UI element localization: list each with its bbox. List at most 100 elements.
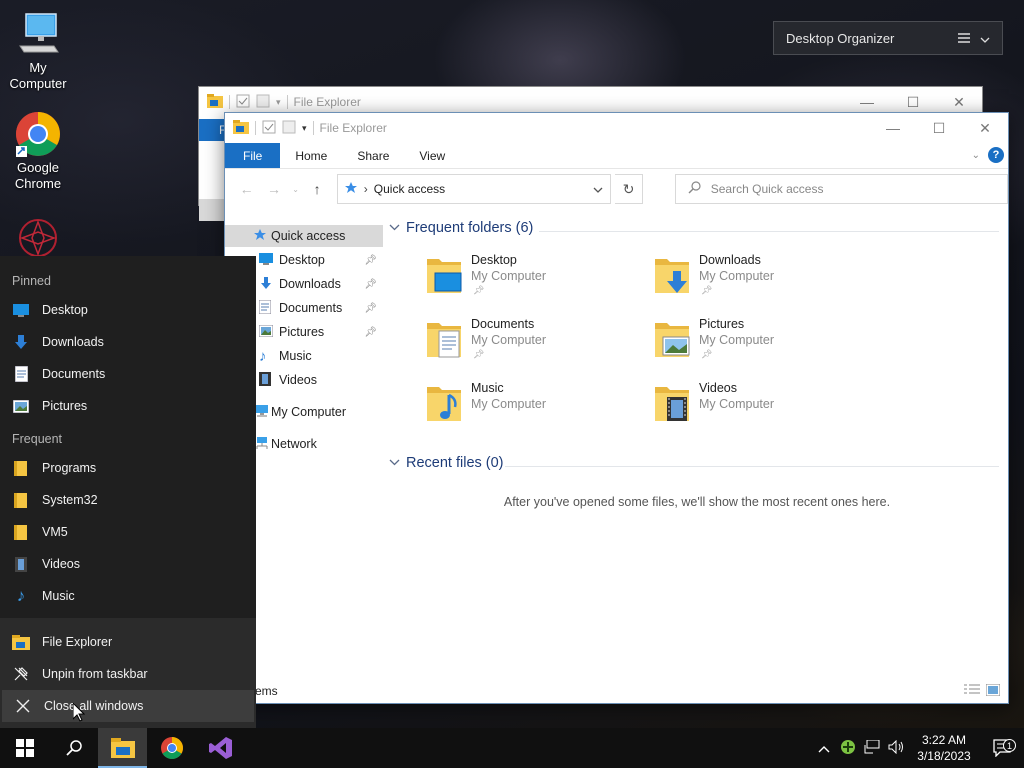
folder-name: Videos <box>699 381 737 395</box>
folder-tile-desktop[interactable]: Desktop My Computer 📌︎ <box>425 253 645 309</box>
action-center-button[interactable]: 1 <box>980 739 1024 757</box>
new-folder-icon[interactable] <box>256 94 270 111</box>
jump-list-action-unpin[interactable]: Unpin from taskbar <box>0 658 256 690</box>
folder-location: My Computer <box>699 397 775 411</box>
downloads-icon <box>259 276 273 293</box>
tab-file[interactable]: File <box>225 143 281 168</box>
mouse-cursor-icon <box>72 701 86 725</box>
status-item-count: ems <box>255 684 278 698</box>
nav-item-label: Documents <box>279 301 343 315</box>
jump-list-label: System32 <box>42 493 98 507</box>
chevron-right-icon[interactable]: › <box>364 182 368 196</box>
tray-app-icon[interactable] <box>836 739 860 758</box>
folder-name: Documents <box>471 317 535 331</box>
folder-tile-pictures[interactable]: Pictures My Computer 📌︎ <box>653 317 873 373</box>
jump-list-label: Pictures <box>42 399 88 413</box>
recent-locations-button[interactable]: ⌄ <box>290 177 302 201</box>
jump-list-item-documents[interactable]: Documents <box>0 358 256 390</box>
expand-ribbon-icon[interactable]: ⌄ <box>972 150 980 161</box>
pin-icon[interactable]: 📌︎ <box>364 279 377 290</box>
pin-icon: 📌︎ <box>473 285 485 295</box>
videos-icon <box>259 371 271 389</box>
breadcrumb-quick-access[interactable]: Quick access <box>374 182 445 196</box>
recent-files-header[interactable]: Recent files (0) <box>389 455 504 471</box>
jump-list-item-downloads[interactable]: Downloads <box>0 326 256 358</box>
jump-list-label: Desktop <box>42 303 88 317</box>
jump-list-item-desktop[interactable]: Desktop <box>0 294 256 326</box>
folder-tile-documents[interactable]: Documents My Computer 📌︎ <box>425 317 645 373</box>
minimize-button[interactable]: — <box>870 113 916 143</box>
frequent-folders-header[interactable]: Frequent folders (6) <box>389 220 533 236</box>
taskbar-search-button[interactable] <box>49 728 98 768</box>
up-button[interactable]: ↑ <box>305 177 328 201</box>
jump-list-item-system32[interactable]: System32 <box>0 484 256 516</box>
close-button[interactable]: ✕ <box>962 113 1008 143</box>
desktop-icon-google-chrome[interactable]: Google Chrome <box>0 110 76 192</box>
show-hidden-icons-icon[interactable] <box>812 741 836 756</box>
folder-name: Pictures <box>699 317 745 331</box>
tab-share[interactable]: Share <box>342 143 404 168</box>
search-input[interactable]: Search Quick access <box>711 182 824 196</box>
details-view-icon[interactable] <box>964 684 980 699</box>
folder-tile-downloads[interactable]: Downloads My Computer 📌︎ <box>653 253 873 309</box>
back-button[interactable]: ← <box>235 177 258 201</box>
documents-icon <box>258 299 272 317</box>
desktop-icon <box>12 301 30 319</box>
section-title: Recent files (0) <box>406 455 504 471</box>
forward-button[interactable]: → <box>262 177 285 201</box>
star-icon <box>253 228 267 245</box>
app-icon <box>14 214 62 262</box>
nav-item-label: Network <box>271 437 317 451</box>
start-button[interactable] <box>0 728 49 768</box>
desktop-organizer-widget[interactable]: Desktop Organizer <box>773 21 1003 55</box>
pin-icon[interactable]: 📌︎ <box>364 255 377 266</box>
jump-list-item-programs[interactable]: Programs <box>0 452 256 484</box>
taskbar-file-explorer[interactable] <box>98 728 147 768</box>
pin-icon[interactable]: 📌︎ <box>364 327 377 338</box>
jump-list-item-pictures[interactable]: Pictures <box>0 390 256 422</box>
pin-icon[interactable]: 📌︎ <box>364 303 377 314</box>
properties-icon[interactable] <box>236 94 250 111</box>
folder-tile-videos[interactable]: Videos My Computer <box>653 381 873 437</box>
network-icon[interactable] <box>860 739 884 757</box>
taskbar-chrome[interactable] <box>147 728 196 768</box>
nav-item-label: Desktop <box>279 253 325 267</box>
customize-quick-access-icon[interactable]: ▾ <box>276 97 281 108</box>
file-explorer-window[interactable]: ▾ File Explorer — ☐ ✕ File Home Share Vi… <box>224 112 1009 704</box>
jump-list-action-close-all[interactable]: Close all windows <box>2 690 254 722</box>
address-bar[interactable]: › Quick access <box>336 174 612 204</box>
hamburger-menu-icon[interactable] <box>958 31 970 46</box>
chevron-down-icon[interactable] <box>389 223 400 234</box>
section-divider <box>505 466 999 467</box>
taskbar-visual-studio[interactable] <box>196 728 245 768</box>
maximize-button[interactable]: ☐ <box>916 113 962 143</box>
jump-list-action-file-explorer[interactable]: File Explorer <box>0 626 256 658</box>
help-icon[interactable]: ? <box>988 147 1004 163</box>
chevron-down-icon[interactable] <box>389 458 400 469</box>
file-tab[interactable]: F <box>199 119 226 141</box>
search-box[interactable]: Search Quick access <box>674 174 1009 204</box>
jump-list-item-music[interactable]: ♪ Music <box>0 580 256 612</box>
jump-list-item-vm5[interactable]: VM5 <box>0 516 256 548</box>
desktop-icon-my-computer[interactable]: My Computer <box>0 10 76 92</box>
refresh-button[interactable]: ↻ <box>615 174 643 204</box>
chevron-down-icon[interactable] <box>980 31 990 46</box>
large-icons-view-icon[interactable] <box>985 683 1001 699</box>
tab-home[interactable]: Home <box>280 143 342 168</box>
new-folder-icon[interactable] <box>282 120 296 137</box>
clock[interactable]: 3:22 AM 3/18/2023 <box>908 732 980 764</box>
address-dropdown-icon[interactable] <box>586 182 610 196</box>
customize-quick-access-icon[interactable]: ▾ <box>302 123 307 134</box>
folder-tile-music[interactable]: Music My Computer <box>425 381 645 437</box>
computer-icon <box>14 10 62 58</box>
section-title: Frequent folders (6) <box>406 220 534 236</box>
jump-list-actions: File Explorer Unpin from taskbar Close a… <box>0 618 256 728</box>
jump-list-label: Programs <box>42 461 97 475</box>
jump-list-item-videos[interactable]: Videos <box>0 548 256 580</box>
tab-view[interactable]: View <box>404 143 460 168</box>
clock-time: 3:22 AM <box>921 733 967 747</box>
properties-icon[interactable] <box>262 120 276 137</box>
volume-icon[interactable] <box>884 739 908 757</box>
nav-item-quick-access[interactable]: Quick access <box>225 225 383 247</box>
nav-item-label: Videos <box>279 373 317 387</box>
